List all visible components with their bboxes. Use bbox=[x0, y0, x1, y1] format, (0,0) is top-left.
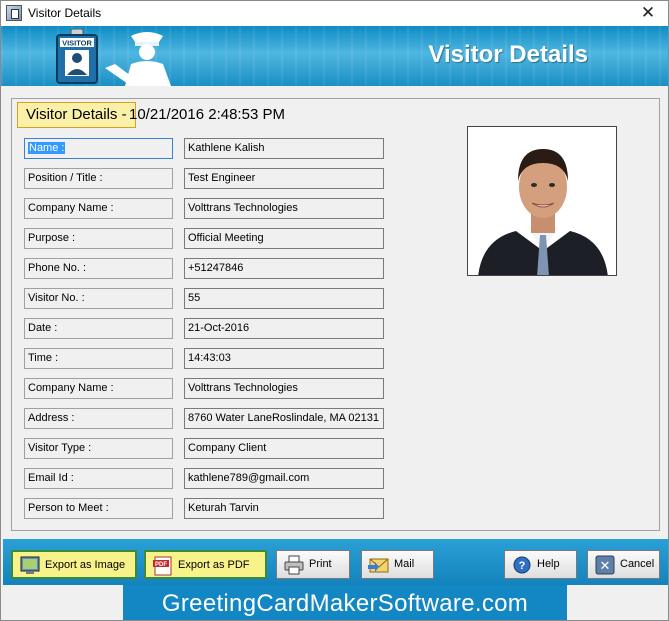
export-pdf-button[interactable]: PDF Export as PDF bbox=[144, 550, 267, 579]
field-value-address[interactable]: 8760 Water LaneRoslindale, MA 02131 bbox=[184, 408, 384, 429]
help-label: Help bbox=[537, 558, 560, 570]
field-label-visitor-no: Visitor No. : bbox=[24, 288, 173, 309]
field-label-email: Email Id : bbox=[24, 468, 173, 489]
field-value-person-to-meet[interactable]: Keturah Tarvin bbox=[184, 498, 384, 519]
export-image-label: Export as Image bbox=[45, 559, 126, 571]
field-value-date[interactable]: 21-Oct-2016 bbox=[184, 318, 384, 339]
export-pdf-label: Export as PDF bbox=[178, 559, 250, 571]
visitor-details-window: Visitor Details ✕ VISITOR Visitor Detail… bbox=[0, 0, 669, 621]
field-label-time: Time : bbox=[24, 348, 173, 369]
mail-button[interactable]: Mail bbox=[361, 550, 434, 579]
field-value-company[interactable]: Volttrans Technologies bbox=[184, 198, 384, 219]
help-glyph: ? bbox=[519, 560, 526, 572]
banner-title: Visitor Details bbox=[428, 41, 588, 68]
field-label-address: Address : bbox=[24, 408, 173, 429]
print-button[interactable]: Print bbox=[276, 550, 350, 579]
print-label: Print bbox=[309, 558, 332, 570]
security-officer-icon bbox=[105, 32, 171, 86]
cancel-glyph: ✕ bbox=[600, 559, 611, 574]
visitor-photo bbox=[467, 126, 617, 276]
app-icon bbox=[6, 5, 22, 21]
field-value-company-2[interactable]: Volttrans Technologies bbox=[184, 378, 384, 399]
field-value-purpose[interactable]: Official Meeting bbox=[184, 228, 384, 249]
mail-label: Mail bbox=[394, 558, 415, 570]
field-value-name[interactable]: Kathlene Kalish bbox=[184, 138, 384, 159]
field-label-position: Position / Title : bbox=[24, 168, 173, 189]
field-label-person-to-meet: Person to Meet : bbox=[24, 498, 173, 519]
visitor-photo-image bbox=[468, 127, 616, 275]
printer-icon bbox=[284, 555, 304, 575]
header-banner: VISITOR Visitor Details bbox=[1, 26, 668, 86]
field-label-phone: Phone No. : bbox=[24, 258, 173, 279]
field-label-name[interactable]: Name : bbox=[24, 138, 173, 159]
watermark-banner: GreetingCardMakerSoftware.com bbox=[123, 585, 567, 620]
cancel-icon: ✕ bbox=[595, 555, 615, 575]
field-label-company-2: Company Name : bbox=[24, 378, 173, 399]
field-label-purpose: Purpose : bbox=[24, 228, 173, 249]
field-value-visitor-no[interactable]: 55 bbox=[184, 288, 384, 309]
export-image-button[interactable]: Export as Image bbox=[11, 550, 137, 579]
export-image-icon bbox=[20, 556, 40, 574]
cancel-button[interactable]: ✕ Cancel bbox=[587, 550, 660, 579]
pdf-badge: PDF bbox=[155, 562, 167, 568]
details-header-label: Visitor Details - bbox=[17, 102, 136, 128]
badge-text: VISITOR bbox=[62, 39, 92, 48]
title-bar: Visitor Details ✕ bbox=[1, 1, 668, 26]
field-value-phone[interactable]: +51247846 bbox=[184, 258, 384, 279]
window-title: Visitor Details bbox=[28, 6, 102, 20]
help-button[interactable]: ? Help bbox=[504, 550, 577, 579]
cancel-label: Cancel bbox=[620, 558, 655, 570]
help-icon: ? bbox=[513, 556, 531, 574]
field-value-time[interactable]: 14:43:03 bbox=[184, 348, 384, 369]
details-timestamp: 10/21/2016 2:48:53 PM bbox=[129, 106, 285, 123]
visitor-badge-icon: VISITOR bbox=[56, 29, 98, 84]
field-value-email[interactable]: kathlene789@gmail.com bbox=[184, 468, 384, 489]
action-bar: Export as Image PDF Export as PDF Print bbox=[3, 539, 668, 585]
field-value-visitor-type[interactable]: Company Client bbox=[184, 438, 384, 459]
field-label-company: Company Name : bbox=[24, 198, 173, 219]
close-button[interactable]: ✕ bbox=[628, 1, 668, 26]
mail-icon bbox=[368, 558, 389, 573]
field-label-date: Date : bbox=[24, 318, 173, 339]
field-label-visitor-type: Visitor Type : bbox=[24, 438, 173, 459]
field-value-position[interactable]: Test Engineer bbox=[184, 168, 384, 189]
visitor-details-panel: Visitor Details - 10/21/2016 2:48:53 PM … bbox=[11, 98, 660, 531]
export-pdf-icon: PDF bbox=[153, 556, 172, 576]
